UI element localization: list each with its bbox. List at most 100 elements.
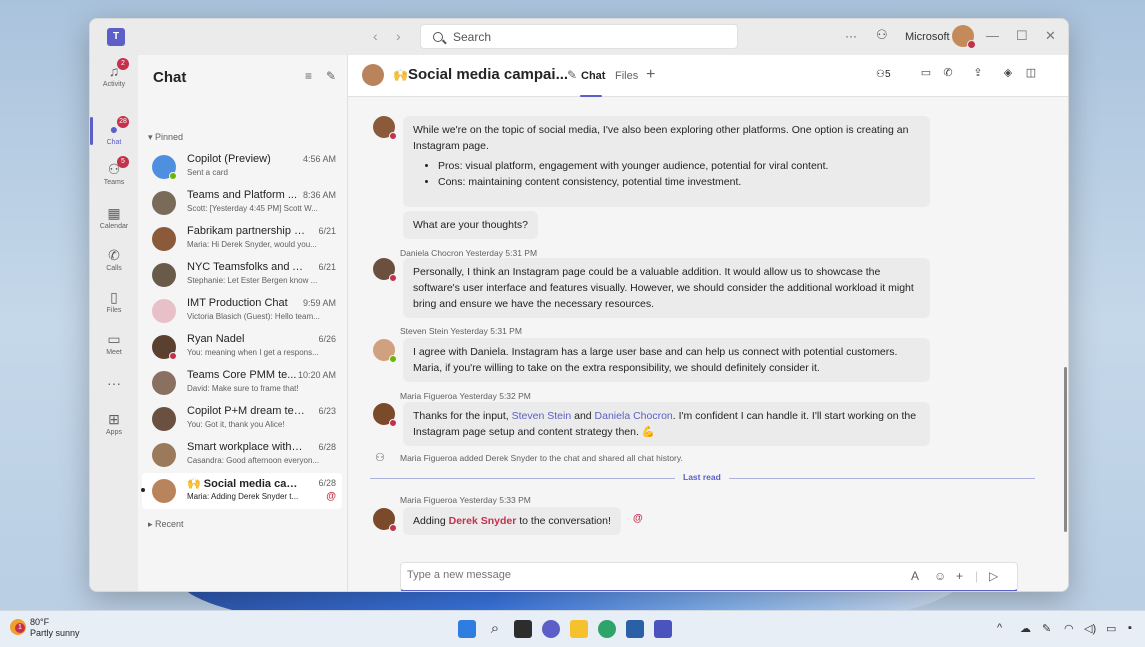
message-meta: Maria Figueroa Yesterday 5:32 PM xyxy=(400,391,531,401)
chevron-up-icon[interactable]: ^ xyxy=(997,622,1002,634)
rail-apps[interactable]: ⊞ Apps xyxy=(90,411,138,436)
message-bubble[interactable]: Adding Derek Snyder to the conversation! xyxy=(403,507,621,535)
rail-activity[interactable]: ♫ 2 Activity xyxy=(90,58,138,88)
people-icon[interactable]: ⚇ xyxy=(876,27,888,43)
message-bubble[interactable]: Thanks for the input, Steven Stein and D… xyxy=(403,402,930,446)
avatar xyxy=(152,407,176,431)
phone-icon: ✆ xyxy=(108,247,120,263)
message-meta: Maria Figueroa Yesterday 5:33 PM xyxy=(400,495,531,505)
scrollbar[interactable] xyxy=(1064,367,1067,532)
edge-icon[interactable] xyxy=(598,620,616,638)
edit-name-icon[interactable]: ✎ xyxy=(567,68,577,82)
chat-item[interactable]: Smart workplace with Te... 6/28 Casandra… xyxy=(142,437,342,473)
rail-meet[interactable]: ▭ Meet xyxy=(90,331,138,356)
maximize-icon[interactable]: ☐ xyxy=(1016,28,1028,44)
message-input[interactable] xyxy=(407,569,707,581)
format-icon[interactable]: A xyxy=(911,569,919,583)
video-call-icon[interactable]: ▭ xyxy=(916,66,936,79)
teams-taskbar-icon[interactable] xyxy=(654,620,672,638)
avatar xyxy=(152,479,176,503)
forward-arrow-icon[interactable]: › xyxy=(396,28,401,44)
store-icon[interactable] xyxy=(626,620,644,638)
tab-files[interactable]: Files xyxy=(615,70,638,82)
chat-item[interactable]: Fabrikam partnership co... 6/21 Maria: H… xyxy=(142,221,342,257)
taskbar: 1 80°F Partly sunny ⌕ ^ ☁ ✎ ◠ ◁) ▭ ▪ xyxy=(0,610,1145,647)
task-view-icon[interactable] xyxy=(514,620,532,638)
back-arrow-icon[interactable]: ‹ xyxy=(373,28,378,44)
chat-item[interactable]: Ryan Nadel 6/26 You: meaning when I get … xyxy=(142,329,342,365)
wifi-icon[interactable]: ◠ xyxy=(1064,622,1074,635)
last-read-label: Last read xyxy=(675,472,729,482)
file-explorer-icon[interactable] xyxy=(570,620,588,638)
teams-window: T ‹ › Search ··· ⚇ Microsoft — ☐ ✕ ♫ 2 Ac… xyxy=(89,18,1069,592)
volume-icon[interactable]: ◁) xyxy=(1084,622,1096,635)
chat-item[interactable]: Teams Core PMM te... 10:20 AM David: Mak… xyxy=(142,365,342,401)
close-icon[interactable]: ✕ xyxy=(1045,28,1056,44)
system-message: Maria Figueroa added Derek Snyder to the… xyxy=(400,453,683,463)
notification-icon[interactable]: ▪ xyxy=(1128,622,1132,634)
side-panel-icon[interactable]: ◫ xyxy=(1021,66,1041,79)
share-screen-icon[interactable]: ⇪ xyxy=(968,66,988,79)
chat-item[interactable]: NYC Teamsfolks and Alli... 6/21 Stephani… xyxy=(142,257,342,293)
message-bubble[interactable]: I agree with Daniela. Instagram has a la… xyxy=(403,338,930,382)
search-box[interactable]: Search xyxy=(420,24,738,49)
mention-me[interactable]: Derek Snyder xyxy=(449,515,517,527)
rail-calls[interactable]: ✆ Calls xyxy=(90,247,138,272)
emoji-icon[interactable]: ☺ xyxy=(934,569,946,583)
avatar xyxy=(152,371,176,395)
audio-call-icon[interactable]: ✆ xyxy=(938,66,958,79)
rail-more[interactable]: ··· xyxy=(90,375,138,393)
start-icon[interactable] xyxy=(458,620,476,638)
weather-widget[interactable]: 80°F Partly sunny xyxy=(30,617,80,639)
new-chat-icon[interactable]: ✎ xyxy=(326,69,336,83)
chat-header: 🙌 Social media campai... ✎ Chat Files + … xyxy=(348,55,1068,97)
add-tab-icon[interactable]: + xyxy=(646,66,655,84)
title-bar: T ‹ › Search ··· ⚇ Microsoft — ☐ ✕ xyxy=(90,19,1068,55)
chat-item[interactable]: Copilot (Preview) 4:56 AM Sent a card xyxy=(142,149,342,185)
chat-item[interactable]: IMT Production Chat 9:59 AM Victoria Bla… xyxy=(142,293,342,329)
calendar-icon: ▦ xyxy=(107,205,121,221)
recent-section[interactable]: ▸ Recent xyxy=(148,519,184,530)
rail-calendar[interactable]: ▦ Calendar xyxy=(90,205,138,230)
onedrive-icon[interactable]: ☁ xyxy=(1020,622,1031,635)
send-icon[interactable]: ▷ xyxy=(989,569,998,583)
message-bubble[interactable]: What are your thoughts? xyxy=(403,211,538,239)
org-name[interactable]: Microsoft xyxy=(905,31,950,43)
participants-button[interactable]: ⚇5 xyxy=(876,69,891,80)
avatar xyxy=(373,116,397,140)
mention-icon: @ xyxy=(633,513,643,524)
rail-chat[interactable]: ● 28 Chat xyxy=(90,116,138,146)
message-meta: Steven Stein Yesterday 5:31 PM xyxy=(400,326,522,336)
message-bubble[interactable]: While we're on the topic of social media… xyxy=(403,116,930,207)
add-attachment-icon[interactable]: + xyxy=(956,569,963,583)
mention-icon: @ xyxy=(326,491,336,502)
profile-avatar[interactable] xyxy=(952,25,976,49)
message-meta: Daniela Chocron Yesterday 5:31 PM xyxy=(400,248,538,258)
rail-teams[interactable]: ⚇ 5 Teams xyxy=(90,156,138,186)
mention-link[interactable]: Steven Stein xyxy=(512,410,572,422)
avatar xyxy=(373,339,397,363)
chat-list-title: Chat xyxy=(153,69,187,86)
search-icon[interactable]: ⌕ xyxy=(486,620,504,638)
message-bubble[interactable]: Personally, I think an Instagram page co… xyxy=(403,258,930,318)
chat-app-icon[interactable] xyxy=(542,620,560,638)
more-options-icon[interactable]: ··· xyxy=(845,29,857,43)
chat-icon: ● 28 xyxy=(106,116,129,137)
chat-item[interactable]: Copilot P+M dream team 6/23 You: Got it,… xyxy=(142,401,342,437)
pen-icon[interactable]: ✎ xyxy=(1042,622,1051,635)
battery-icon[interactable]: ▭ xyxy=(1106,622,1116,635)
copilot-icon[interactable]: ◈ xyxy=(998,66,1018,79)
minimize-icon[interactable]: — xyxy=(986,28,999,43)
chat-item[interactable]: Teams and Platform ... 8:36 AM Scott: [Y… xyxy=(142,185,342,221)
chat-item-selected[interactable]: 🙌 Social media camp... 6/28 Maria: Addin… xyxy=(141,473,342,509)
tab-chat[interactable]: Chat xyxy=(581,70,605,82)
weather-icon[interactable]: 1 xyxy=(10,619,26,635)
search-placeholder: Search xyxy=(453,29,492,44)
chat-title[interactable]: Social media campai... xyxy=(408,66,568,83)
compose-box[interactable]: A ☺ + | ▷ xyxy=(400,562,1018,591)
pinned-section[interactable]: ▾ Pinned xyxy=(148,132,183,143)
mention-link[interactable]: Daniela Chocron xyxy=(595,410,673,422)
search-icon xyxy=(433,31,443,42)
filter-icon[interactable]: ≡ xyxy=(305,69,312,83)
rail-files[interactable]: ▯ Files xyxy=(90,289,138,314)
